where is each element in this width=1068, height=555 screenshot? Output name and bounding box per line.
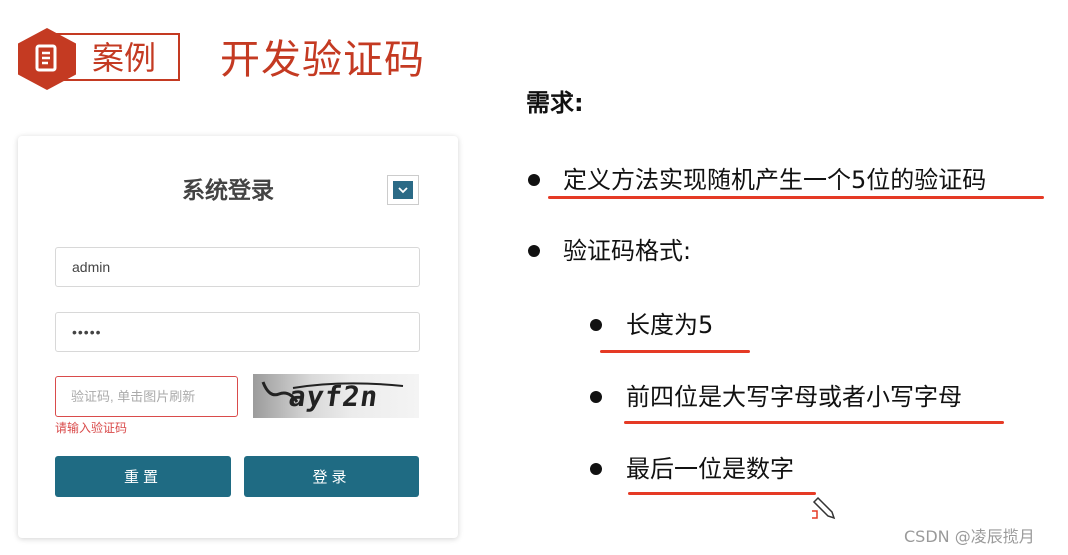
- captcha-error: 请输入验证码: [55, 421, 128, 435]
- bullet-icon: [528, 245, 540, 257]
- username-input[interactable]: [55, 247, 420, 287]
- password-input[interactable]: [55, 312, 420, 352]
- highlight-underline: [624, 421, 1004, 424]
- bullet-icon: [528, 174, 540, 186]
- page-title: 开发验证码: [220, 37, 425, 83]
- captcha-text: ayf2n: [286, 380, 381, 413]
- login-button[interactable]: 登录: [244, 456, 419, 497]
- bullet-icon: [590, 463, 602, 475]
- highlight-underline: [548, 196, 1044, 199]
- watermark: CSDN @凌辰揽月: [904, 527, 1035, 546]
- requirement-item: 定义方法实现随机产生一个5位的验证码: [563, 166, 987, 194]
- bullet-icon: [590, 391, 602, 403]
- sub-requirement-item: 长度为5: [626, 311, 714, 339]
- reset-button[interactable]: 重置: [55, 456, 231, 497]
- requirements-heading: 需求:: [526, 89, 584, 117]
- requirement-item: 验证码格式:: [563, 237, 692, 265]
- pen-cursor-icon: [806, 494, 838, 526]
- highlight-underline: [628, 492, 816, 495]
- login-title: 系统登录: [182, 178, 274, 204]
- sub-requirement-item: 前四位是大写字母或者小写字母: [626, 383, 962, 411]
- highlight-underline: [600, 350, 750, 353]
- badge-label: 案例: [92, 39, 157, 77]
- captcha-input[interactable]: [55, 376, 238, 417]
- bullet-icon: [590, 319, 602, 331]
- dropdown-button[interactable]: [387, 175, 419, 205]
- captcha-image[interactable]: ayf2n: [253, 374, 419, 418]
- chevron-down-icon: [393, 181, 413, 199]
- sub-requirement-item: 最后一位是数字: [626, 455, 794, 483]
